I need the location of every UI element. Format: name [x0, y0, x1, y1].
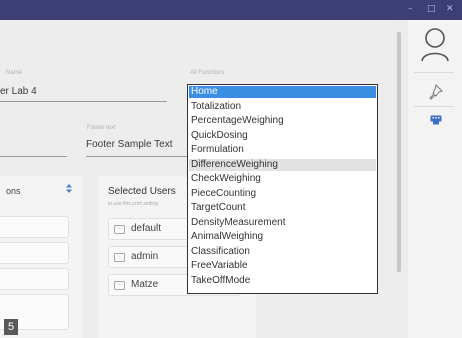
list-item[interactable] [0, 268, 69, 290]
all-functions-label: All Functions [190, 70, 225, 76]
name-field-underline [0, 101, 167, 102]
list-item[interactable] [0, 216, 69, 238]
footer-text-underline [86, 156, 188, 157]
dropdown-option[interactable]: TakeOffMode [189, 275, 376, 287]
image-icon: ▫ [114, 253, 125, 262]
footer-text-label: Footer text [87, 125, 116, 131]
dropdown-option[interactable]: DensityMeasurement [189, 217, 376, 229]
scrollbar-thumb[interactable] [397, 32, 401, 272]
close-button[interactable]: ✕ [446, 4, 454, 14]
rail-divider [414, 106, 454, 107]
list-item[interactable] [0, 242, 69, 264]
left-field-underline [0, 156, 67, 157]
dropdown-option-home[interactable]: Home [189, 86, 376, 98]
user-name: default [131, 223, 162, 234]
functions-card-title: ons [6, 186, 21, 196]
sort-icon[interactable] [66, 184, 72, 195]
image-icon: ▫ [114, 225, 125, 234]
dropdown-option[interactable]: Formulation [189, 144, 376, 156]
figure-number-badge: 5 [4, 319, 18, 335]
image-icon: ▫ [114, 281, 125, 290]
selected-users-subtitle: to use this print setting [108, 201, 159, 207]
user-name: admin [131, 251, 159, 262]
functions-card: ons [0, 176, 82, 338]
user-icon[interactable] [421, 27, 449, 68]
dropdown-option[interactable]: AnimalWeighing [189, 231, 376, 243]
dropdown-option[interactable]: Classification [189, 246, 376, 258]
dropdown-option[interactable]: Totalization [189, 101, 376, 113]
name-field[interactable]: er Lab 4 [0, 86, 37, 98]
dropdown-option[interactable]: PercentageWeighing [189, 115, 376, 127]
dropdown-option[interactable]: CheckWeighing [189, 173, 376, 185]
all-functions-dropdown[interactable]: Home Totalization PercentageWeighing Qui… [187, 84, 378, 294]
dropdown-option[interactable]: FreeVariable [189, 260, 376, 272]
pin-icon[interactable] [427, 84, 443, 105]
dropdown-option-hovered[interactable]: DifferenceWeighing [189, 158, 376, 171]
selected-users-title: Selected Users [108, 186, 176, 197]
rail-divider [414, 72, 454, 73]
name-label: Name [6, 70, 23, 76]
minimize-button[interactable]: – [408, 4, 413, 14]
dropdown-option[interactable]: TargetCount [189, 202, 376, 214]
user-name: Matze [131, 279, 159, 290]
title-bar: – □ ✕ [0, 0, 462, 20]
footer-text-field[interactable]: Footer Sample Text [86, 139, 173, 151]
dropdown-option[interactable]: QuickDosing [189, 130, 376, 142]
dropdown-option[interactable]: PieceCounting [189, 188, 376, 200]
maximize-button[interactable]: □ [427, 4, 436, 14]
usb-drive-icon[interactable] [430, 113, 442, 131]
